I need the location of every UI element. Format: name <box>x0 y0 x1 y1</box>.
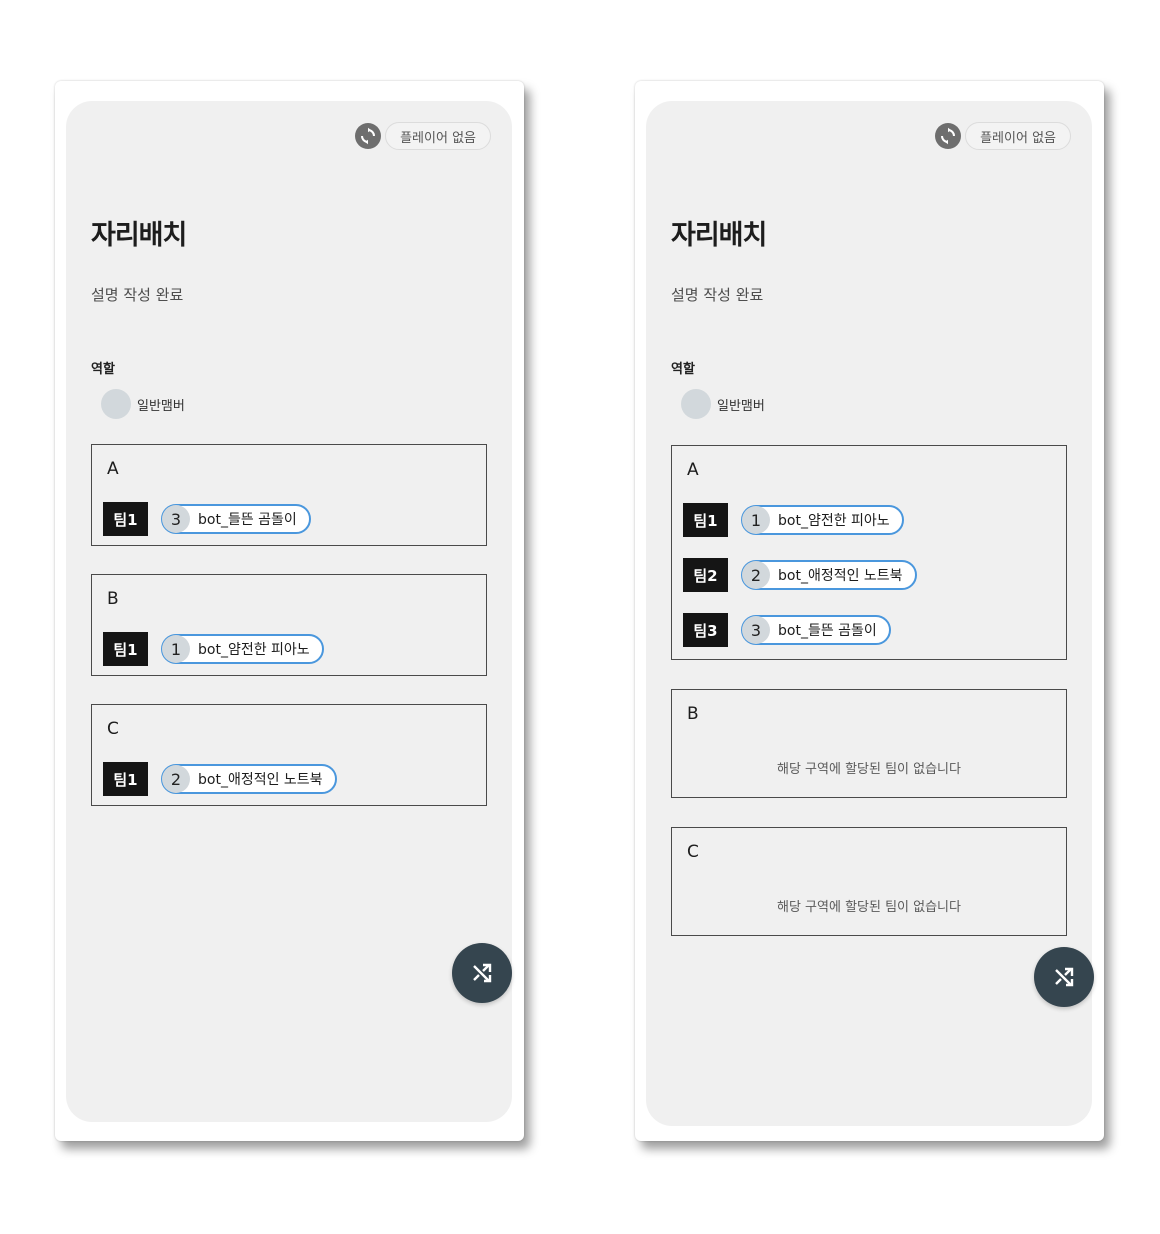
role-name: 일반맴버 <box>137 398 185 414</box>
player-name: bot_애정적인 노트북 <box>778 568 903 584</box>
role-avatar <box>681 389 711 419</box>
page-description: 설명 작성 완료 <box>91 286 184 304</box>
phone-frame-left: 플레이어 없음 자리배치 설명 작성 완료 역할 일반맴버 A 팀1 3 bot… <box>55 81 524 1141</box>
shuffle-button[interactable] <box>1034 947 1094 1007</box>
role-label: 역할 <box>671 362 695 377</box>
player-status: 플레이어 없음 <box>355 122 491 150</box>
player-name: bot_들뜬 곰돌이 <box>198 512 297 528</box>
shuffle-icon <box>1055 967 1074 987</box>
team-row: 팀1 1 bot_얌전한 피아노 <box>683 503 1055 537</box>
player-number: 2 <box>162 765 190 793</box>
team-tag: 팀1 <box>683 503 728 537</box>
zone-c: C 팀1 2 bot_애정적인 노트북 <box>91 704 487 806</box>
player-name: bot_들뜬 곰돌이 <box>778 623 877 639</box>
zone-name: C <box>107 719 119 739</box>
empty-zone-message: 해당 구역에 할당된 팀이 없습니다 <box>777 900 961 915</box>
page-description: 설명 작성 완료 <box>671 286 764 304</box>
player-chip[interactable]: 1 bot_얌전한 피아노 <box>161 634 324 664</box>
team-row: 팀1 1 bot_얌전한 피아노 <box>103 632 475 666</box>
player-chip[interactable]: 2 bot_애정적인 노트북 <box>741 560 917 590</box>
page-title: 자리배치 <box>671 220 767 251</box>
player-chip[interactable]: 1 bot_얌전한 피아노 <box>741 505 904 535</box>
player-chip[interactable]: 3 bot_들뜬 곰돌이 <box>161 504 311 534</box>
player-number: 3 <box>742 616 770 644</box>
player-chip[interactable]: 2 bot_애정적인 노트북 <box>161 764 337 794</box>
zone-list: A 팀1 3 bot_들뜬 곰돌이 B 팀1 1 bot_얌전한 피아노 C 팀… <box>91 444 487 834</box>
team-tag: 팀2 <box>683 558 728 592</box>
zone-list: A 팀1 1 bot_얌전한 피아노 팀2 2 bot_애정적인 노트북 팀3 … <box>671 445 1067 965</box>
team-tag: 팀1 <box>103 762 148 796</box>
empty-zone-message: 해당 구역에 할당된 팀이 없습니다 <box>777 762 961 777</box>
zone-b: B 해당 구역에 할당된 팀이 없습니다 <box>671 689 1067 798</box>
player-number: 3 <box>162 505 190 533</box>
page-title: 자리배치 <box>91 220 187 251</box>
zone-name: B <box>107 589 119 609</box>
team-tag: 팀3 <box>683 613 728 647</box>
zone-a: A 팀1 1 bot_얌전한 피아노 팀2 2 bot_애정적인 노트북 팀3 … <box>671 445 1067 660</box>
zone-name: C <box>687 842 699 862</box>
player-number: 2 <box>742 561 770 589</box>
role-name: 일반맴버 <box>717 398 765 414</box>
player-status-pill[interactable]: 플레이어 없음 <box>385 122 491 150</box>
app-screen: 플레이어 없음 자리배치 설명 작성 완료 역할 일반맴버 A 팀1 1 bot… <box>646 101 1094 1126</box>
app-screen: 플레이어 없음 자리배치 설명 작성 완료 역할 일반맴버 A 팀1 3 bot… <box>66 101 512 1122</box>
player-name: bot_얌전한 피아노 <box>198 642 310 658</box>
player-chip[interactable]: 3 bot_들뜬 곰돌이 <box>741 615 891 645</box>
zone-b: B 팀1 1 bot_얌전한 피아노 <box>91 574 487 676</box>
role-label: 역할 <box>91 362 115 377</box>
refresh-icon[interactable] <box>355 123 382 149</box>
team-row: 팀1 3 bot_들뜬 곰돌이 <box>103 502 475 536</box>
phone-frame-right: 플레이어 없음 자리배치 설명 작성 완료 역할 일반맴버 A 팀1 1 bot… <box>635 81 1104 1141</box>
player-status: 플레이어 없음 <box>935 122 1071 150</box>
zone-c: C 해당 구역에 할당된 팀이 없습니다 <box>671 827 1067 936</box>
team-row: 팀2 2 bot_애정적인 노트북 <box>683 558 1055 592</box>
team-tag: 팀1 <box>103 502 148 536</box>
player-name: bot_애정적인 노트북 <box>198 772 323 788</box>
refresh-icon[interactable] <box>935 123 962 149</box>
zone-name: A <box>687 460 699 480</box>
team-row: 팀3 3 bot_들뜬 곰돌이 <box>683 613 1055 647</box>
team-row: 팀1 2 bot_애정적인 노트북 <box>103 762 475 796</box>
zone-a: A 팀1 3 bot_들뜬 곰돌이 <box>91 444 487 546</box>
shuffle-button[interactable] <box>452 943 512 1003</box>
player-number: 1 <box>162 635 190 663</box>
shuffle-icon <box>473 963 492 983</box>
role-avatar <box>101 389 131 419</box>
player-name: bot_얌전한 피아노 <box>778 513 890 529</box>
role-item[interactable]: 일반맴버 <box>101 389 185 419</box>
team-tag: 팀1 <box>103 632 148 666</box>
zone-name: B <box>687 704 699 724</box>
player-number: 1 <box>742 506 770 534</box>
player-status-pill[interactable]: 플레이어 없음 <box>965 122 1071 150</box>
zone-name: A <box>107 459 119 479</box>
role-item[interactable]: 일반맴버 <box>681 389 765 419</box>
